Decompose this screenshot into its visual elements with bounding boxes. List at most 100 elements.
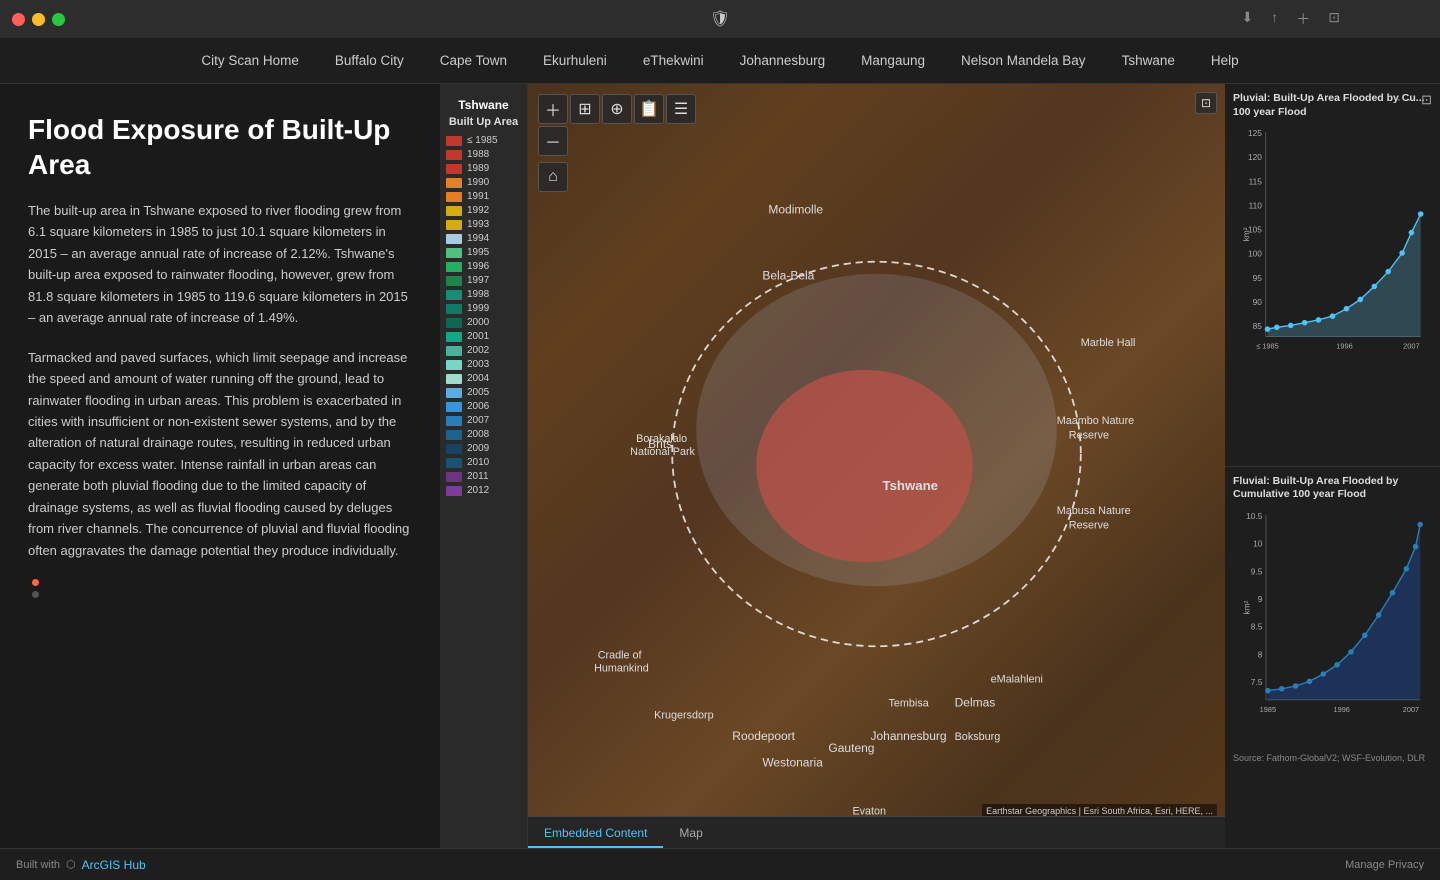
- legend-label: 2003: [467, 359, 489, 370]
- legend-item: 2008: [446, 429, 521, 440]
- legend-label: 1990: [467, 177, 489, 188]
- legend-item: 2012: [446, 485, 521, 496]
- page-description-2: Tarmacked and paved surfaces, which limi…: [28, 347, 410, 561]
- home-button[interactable]: ⌂: [538, 162, 568, 192]
- svg-text:Maambo Nature: Maambo Nature: [1057, 415, 1134, 427]
- nav-item-johannesburg[interactable]: Johannesburg: [734, 49, 832, 72]
- legend-item: 2003: [446, 359, 521, 370]
- legend-label: 2010: [467, 457, 489, 468]
- maximize-button[interactable]: [52, 13, 65, 26]
- page-title: Flood Exposure of Built-Up Area: [28, 112, 410, 182]
- svg-text:9.5: 9.5: [1251, 566, 1263, 576]
- svg-text:10: 10: [1253, 538, 1263, 548]
- nav-dot-1[interactable]: [32, 579, 39, 586]
- svg-text:100: 100: [1248, 249, 1262, 259]
- chart1-menu-icon[interactable]: ···: [1397, 92, 1412, 106]
- legend-swatch: [446, 416, 462, 426]
- page-description-1: The built-up area in Tshwane exposed to …: [28, 200, 410, 329]
- legend-label: 1992: [467, 205, 489, 216]
- legend-swatch: [446, 290, 462, 300]
- restore-icon[interactable]: ⊡: [1328, 9, 1340, 29]
- legend-label: 2005: [467, 387, 489, 398]
- legend-toggle-button[interactable]: 📋: [634, 94, 664, 124]
- legend-swatch: [446, 276, 462, 286]
- titlebar: 🛡 ⬇ ↑ ＋ ⊡: [0, 0, 1440, 38]
- nav-item-city-scan-home[interactable]: City Scan Home: [195, 49, 305, 72]
- nav-item-ekurhuleni[interactable]: Ekurhuleni: [537, 49, 613, 72]
- svg-text:Krugersdorp: Krugersdorp: [654, 709, 713, 721]
- basemap-button[interactable]: ⊞: [570, 94, 600, 124]
- legend-label: 1994: [467, 233, 489, 244]
- svg-text:Cradle of: Cradle of: [598, 649, 643, 661]
- nav-item-cape-town[interactable]: Cape Town: [434, 49, 513, 72]
- svg-text:Marble Hall: Marble Hall: [1081, 337, 1136, 349]
- legend-label: 1999: [467, 303, 489, 314]
- nav-item-nelson-mandela-bay[interactable]: Nelson Mandela Bay: [955, 49, 1092, 72]
- legend-swatch: [446, 486, 462, 496]
- nav-item-tshwane[interactable]: Tshwane: [1116, 49, 1181, 72]
- list-button[interactable]: ☰: [666, 94, 696, 124]
- svg-text:1996: 1996: [1334, 705, 1350, 714]
- legend-swatch: [446, 150, 462, 160]
- legend-item: 2006: [446, 401, 521, 412]
- zoom-out-button[interactable]: －: [538, 126, 568, 156]
- legend-item: 1998: [446, 289, 521, 300]
- map-maximize-button[interactable]: ⊡: [1195, 92, 1217, 114]
- legend-item: 1989: [446, 163, 521, 174]
- close-button[interactable]: [12, 13, 25, 26]
- svg-text:2007: 2007: [1403, 705, 1419, 714]
- legend-label: 2004: [467, 373, 489, 384]
- svg-text:Johannesburg: Johannesburg: [870, 729, 946, 743]
- nav-item-buffalo-city[interactable]: Buffalo City: [329, 49, 410, 72]
- nav-item-ethekwini[interactable]: eThekwini: [637, 49, 710, 72]
- legend-swatch: [446, 318, 462, 328]
- layers-button[interactable]: ⊕: [602, 94, 632, 124]
- download-icon[interactable]: ⬇: [1242, 9, 1254, 29]
- legend-swatch: [446, 304, 462, 314]
- minimize-button[interactable]: [32, 13, 45, 26]
- footer: Built with ⬡ ArcGIS Hub Manage Privacy: [0, 848, 1440, 880]
- legend-label: 2006: [467, 401, 489, 412]
- legend-item: 1996: [446, 261, 521, 272]
- svg-text:10.5: 10.5: [1246, 511, 1263, 521]
- share-icon[interactable]: ↑: [1271, 9, 1278, 29]
- svg-text:km²: km²: [1241, 600, 1251, 614]
- add-icon[interactable]: ＋: [1296, 9, 1310, 29]
- legend-item: 1992: [446, 205, 521, 216]
- svg-text:8.5: 8.5: [1251, 621, 1263, 631]
- legend-items: ≤ 19851988198919901991199219931994199519…: [446, 135, 521, 496]
- legend-item: 2002: [446, 345, 521, 356]
- svg-text:Tshwane: Tshwane: [883, 478, 939, 493]
- tab-map[interactable]: Map: [663, 820, 718, 848]
- nav-item-help[interactable]: Help: [1205, 49, 1245, 72]
- svg-text:Delmas: Delmas: [955, 695, 996, 709]
- legend-item: 1994: [446, 233, 521, 244]
- svg-text:Westonaria: Westonaria: [762, 755, 823, 769]
- svg-text:1996: 1996: [1336, 342, 1352, 351]
- arcgis-hub-label: ArcGIS Hub: [82, 858, 146, 872]
- nav-dot-2[interactable]: [32, 591, 39, 598]
- right-panel: ··· ⊡ Pluvial: Built-Up Area Flooded by …: [1225, 84, 1440, 848]
- legend-label: 1989: [467, 163, 489, 174]
- chart1-expand-icon[interactable]: ⊡: [1421, 92, 1432, 108]
- legend-item: 2011: [446, 471, 521, 482]
- chart2-svg: 10.5 10 9.5 9 8.5 8 7.5 km²: [1233, 506, 1432, 746]
- legend-label: ≤ 1985: [467, 135, 498, 146]
- svg-text:1985: 1985: [1260, 705, 1276, 714]
- nav-item-mangaung[interactable]: Mangaung: [855, 49, 931, 72]
- navbar: City Scan Home Buffalo City Cape Town Ek…: [0, 38, 1440, 84]
- legend-built-up-area-title: Built Up Area: [446, 116, 521, 129]
- window-controls[interactable]: [12, 13, 65, 26]
- map-toolbar-row-1: ＋ ⊞ ⊕ 📋 ☰: [538, 94, 696, 124]
- map-area[interactable]: Modimolle Bela-Bela Marble Hall Maambo N…: [528, 84, 1225, 848]
- zoom-in-button[interactable]: ＋: [538, 94, 568, 124]
- tab-embedded-content[interactable]: Embedded Content: [528, 820, 663, 848]
- svg-text:85: 85: [1253, 321, 1263, 331]
- svg-text:125: 125: [1248, 128, 1262, 138]
- manage-privacy-button[interactable]: Manage Privacy: [1345, 859, 1424, 871]
- legend-item: 1999: [446, 303, 521, 314]
- footer-left: Built with ⬡ ArcGIS Hub: [16, 858, 146, 872]
- svg-text:Gauteng: Gauteng: [828, 741, 874, 755]
- chart-block-2: Fluvial: Built-Up Area Flooded by Cumula…: [1225, 467, 1440, 849]
- map-toolbar: ＋ ⊞ ⊕ 📋 ☰ － ⌂: [538, 94, 696, 192]
